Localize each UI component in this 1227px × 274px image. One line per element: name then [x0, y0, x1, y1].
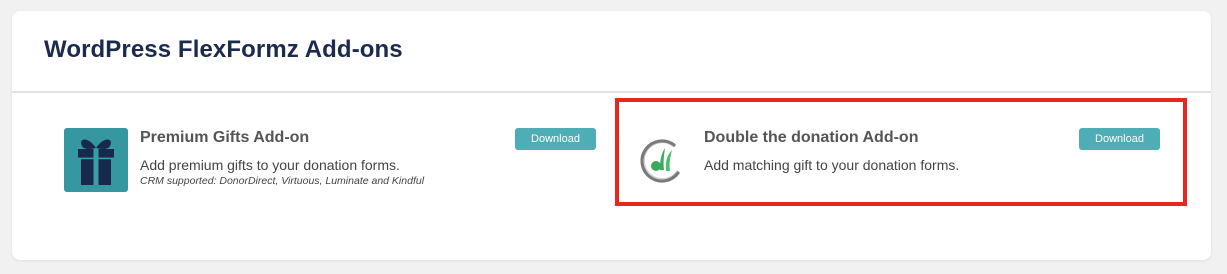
- download-button[interactable]: Download: [515, 128, 596, 150]
- gift-box-icon: [64, 128, 128, 192]
- addons-card: WordPress FlexFormz Add-ons Premium Gift…: [12, 11, 1211, 260]
- addon-crm-note: CRM supported: DonorDirect, Virtuous, Lu…: [140, 175, 425, 187]
- addon-title: Premium Gifts Add-on: [140, 129, 310, 146]
- highlight-annotation: [615, 98, 1187, 206]
- header-divider: [12, 91, 1211, 93]
- addon-description: Add premium gifts to your donation forms…: [140, 157, 400, 173]
- page-title: WordPress FlexFormz Add-ons: [44, 36, 403, 63]
